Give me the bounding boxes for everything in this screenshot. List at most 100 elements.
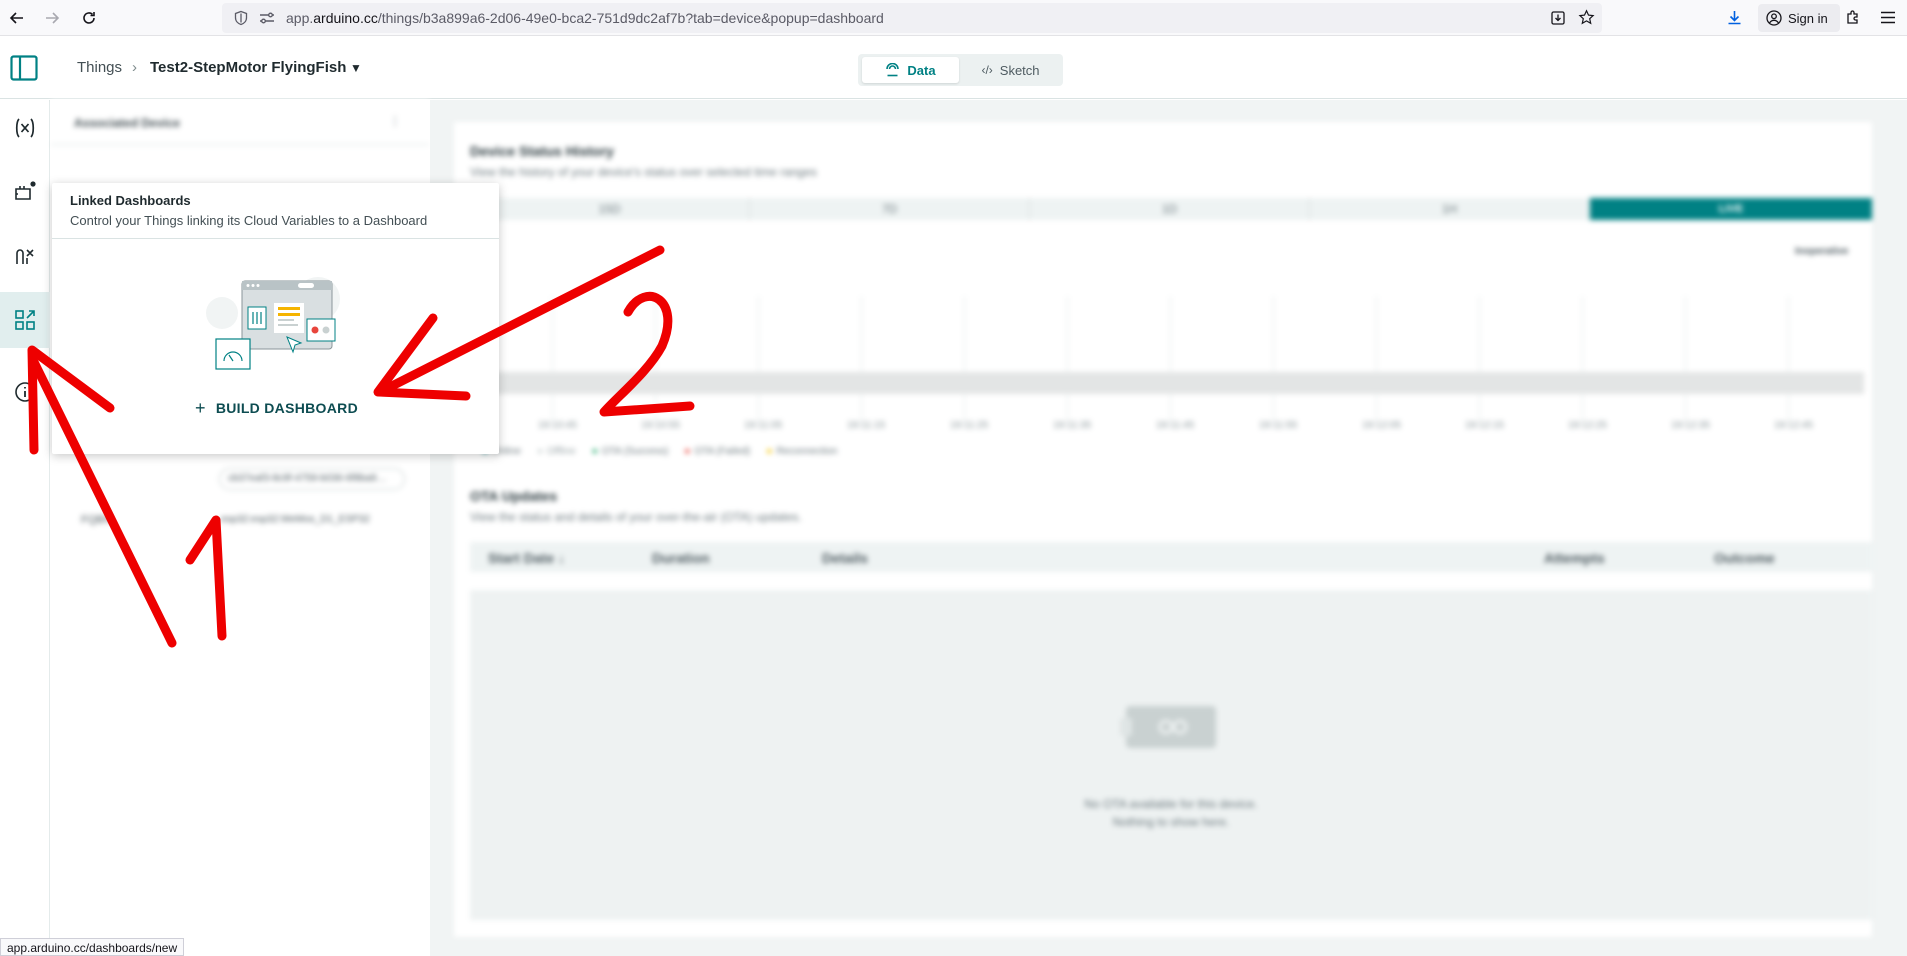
col-duration: Duration (652, 550, 710, 566)
col-details: Details (822, 550, 868, 566)
ota-title: OTA Updates (470, 488, 558, 504)
chart-time-tick: 19:12:45 (1774, 420, 1813, 431)
rail-cloud-variables[interactable] (0, 100, 50, 156)
popup-subtitle: Control your Things linking its Cloud Va… (70, 213, 428, 228)
chart-time-tick: 19:11:25 (950, 420, 989, 431)
data-icon (886, 63, 900, 77)
ota-table-header: Start Date ↓ Duration Details Attempts O… (470, 542, 1872, 572)
chart-grid-line (861, 296, 862, 422)
range-1h[interactable]: 1H (1310, 198, 1590, 220)
chart-grid-line (1582, 296, 1583, 422)
icon-rail (0, 100, 50, 956)
fqbn-label: FQBN (81, 514, 112, 526)
build-dashboard-button[interactable]: + BUILD DASHBOARD (195, 397, 358, 419)
sidebar-toggle-icon[interactable] (10, 55, 38, 81)
extensions-icon[interactable] (1845, 9, 1862, 26)
empty-message-line2: Nothing to show here. (1112, 815, 1230, 829)
chart-grid-line (1170, 296, 1171, 422)
range-7d[interactable]: 7D (750, 198, 1030, 220)
associated-device-label: Associated Device (74, 116, 181, 130)
legend-ota-failed: OTA (Failed) (684, 446, 750, 457)
range-15d[interactable]: 15D (470, 198, 750, 220)
downloads-icon[interactable] (1726, 9, 1743, 26)
fqbn-value: esp32:esp32:WeMos_D1_ESP32 (221, 514, 370, 525)
status-band (470, 372, 1864, 394)
variable-icon (15, 118, 35, 138)
link-status-bar: app.arduino.cc/dashboards/new (0, 938, 185, 956)
time-range-selector: 15D 7D 1D 1H LIVE (470, 198, 1872, 220)
device-id-chip: cb37eaf3-8c9f-4759-b036-6f8ba9… (219, 468, 405, 490)
ota-subtitle: View the status and details of your over… (470, 510, 802, 524)
aggregation-label: Inoperative (1795, 246, 1849, 257)
breadcrumb-thing-name: Test2-StepMotor FlyingFish (150, 59, 347, 76)
forward-button[interactable] (40, 6, 64, 30)
chart-time-tick: 19:12:35 (1671, 420, 1710, 431)
col-attempts: Attempts (1544, 550, 1605, 566)
info-icon (15, 382, 35, 402)
shield-icon (234, 10, 248, 26)
tab-data-label: Data (907, 62, 936, 78)
chart-grid-line (1376, 296, 1377, 422)
chart-grid-line (1067, 296, 1068, 422)
rail-device[interactable] (0, 164, 50, 220)
chart-grid-line (758, 296, 759, 422)
device-icon (15, 181, 36, 200)
dashboard-illustration-icon (206, 277, 340, 370)
chart-grid-line (655, 296, 656, 422)
range-1d[interactable]: 1D (1030, 198, 1310, 220)
account-icon (1766, 10, 1782, 26)
back-button[interactable] (5, 6, 29, 30)
col-outcome: Outcome (1714, 550, 1775, 566)
tab-sketch[interactable]: ‹/› Sketch (962, 57, 1059, 83)
menu-icon[interactable] (1880, 10, 1896, 25)
browser-toolbar: app.arduino.cc/things/b3a899a6-2d06-49e0… (0, 0, 1907, 36)
network-icon (16, 249, 34, 264)
chart-time-tick: 19:11:15 (847, 420, 886, 431)
reload-button[interactable] (77, 6, 101, 30)
breadcrumb-separator: › (132, 59, 137, 76)
chart-time-tick: 19:11:35 (1053, 420, 1092, 431)
rail-network[interactable] (0, 228, 50, 284)
chart-grid-line (964, 296, 965, 422)
linked-dashboards-popup: Linked Dashboards Control your Things li… (52, 183, 499, 454)
more-options-icon[interactable]: ⋮ (389, 114, 401, 128)
device-status-subtitle: View the history of your device's status… (470, 165, 817, 179)
popup-divider (52, 238, 499, 239)
forward-arrow-icon (46, 12, 60, 24)
popup-title: Linked Dashboards (70, 193, 191, 208)
plus-icon: + (195, 397, 206, 418)
code-icon: ‹/› (981, 63, 993, 77)
save-page-icon[interactable] (1550, 10, 1566, 26)
chart-time-tick: 19:12:25 (1568, 420, 1607, 431)
address-bar[interactable]: app.arduino.cc/things/b3a899a6-2d06-49e0… (222, 3, 1602, 33)
chart-time-tick: 19:10:45 (538, 420, 577, 431)
dashboard-link-icon (15, 310, 35, 330)
range-live[interactable]: LIVE (1590, 198, 1872, 220)
chart-time-tick: 19:11:45 (1156, 420, 1195, 431)
view-switcher: Data ‹/› Sketch (858, 54, 1063, 86)
status-legend: Online Offline OTA (Success) OTA (Failed… (482, 446, 837, 457)
build-dashboard-label: BUILD DASHBOARD (215, 400, 358, 416)
legend-reconnection: Reconnection (766, 446, 837, 457)
tab-data[interactable]: Data (862, 57, 959, 83)
app-header: Things › Test2-StepMotor FlyingFish ▼ Da… (0, 37, 1907, 99)
thing-dropdown-caret-icon[interactable]: ▼ (350, 61, 362, 75)
legend-ota-success: OTA (Success) (592, 446, 669, 457)
site-settings-icon[interactable] (259, 11, 275, 25)
legend-offline: Offline (537, 446, 576, 457)
url-text: app.arduino.cc/things/b3a899a6-2d06-49e0… (286, 10, 884, 26)
col-start-date[interactable]: Start Date ↓ (488, 550, 565, 566)
chart-time-tick: 19:12:05 (1362, 420, 1401, 431)
tab-sketch-label: Sketch (999, 62, 1040, 78)
chart-time-tick: 19:11:05 (744, 420, 783, 431)
sign-in-label: Sign in (1788, 10, 1828, 26)
chart-grid-line (1788, 296, 1789, 422)
breadcrumb-things[interactable]: Things (77, 59, 122, 76)
device-status-title: Device Status History (470, 143, 614, 159)
bookmark-star-icon[interactable] (1578, 9, 1595, 26)
empty-device-icon (1120, 706, 1216, 748)
rail-linked-dashboards[interactable] (0, 292, 50, 348)
sign-in-button[interactable]: Sign in (1758, 4, 1840, 32)
ota-empty-state: No OTA available for this device. Nothin… (470, 590, 1872, 920)
rail-info[interactable] (0, 364, 50, 420)
